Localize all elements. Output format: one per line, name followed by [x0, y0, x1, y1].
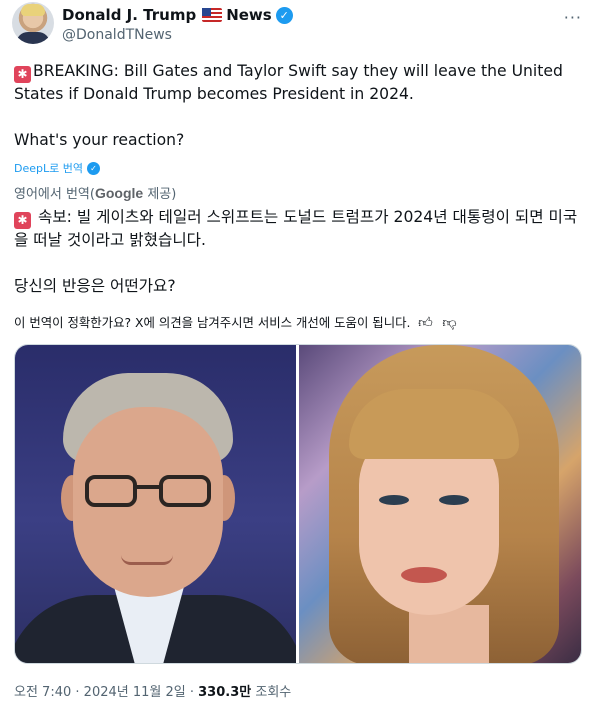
reaction-text: What's your reaction?	[14, 131, 185, 149]
more-options-icon[interactable]: ···	[564, 8, 582, 27]
google-prefix: 영어에서 번역(	[14, 187, 95, 202]
deepl-label[interactable]: DeepL로 번역	[14, 160, 83, 176]
ko-reaction-text: 당신의 반응은 어떤가요?	[14, 277, 176, 295]
thumbs-up-icon[interactable]: 👍︎	[416, 314, 434, 331]
google-brand: Google	[94, 185, 144, 201]
author-handle[interactable]: @DonaldTNews	[62, 27, 172, 43]
us-flag-icon	[202, 8, 223, 22]
mouth-shape	[121, 555, 173, 565]
author-name-suffix[interactable]: News	[226, 6, 272, 24]
glasses-shape	[85, 475, 211, 509]
avatar-suit	[16, 32, 50, 44]
author-avatar[interactable]	[12, 2, 54, 44]
feedback-text: 이 번역이 정확한가요? X에 의견을 남겨주시면 서비스 개선에 도움이 됩니…	[14, 315, 411, 330]
avatar-hair	[21, 4, 45, 16]
google-translation-label: 영어에서 번역(Google 제공)	[14, 183, 176, 202]
breaking-paragraph: ✱ BREAKING: Bill Gates and Taylor Swift s…	[14, 60, 580, 106]
thumbs-down-icon[interactable]: 👎︎	[440, 314, 458, 331]
post-time[interactable]: 오전 7:40	[14, 685, 71, 700]
ko-breaking-text: 속보: 빌 게이츠와 테일러 스위프트는 도널드 트럼프가 2024년 대통령이…	[14, 208, 578, 249]
translated-text: ✱ 속보: 빌 게이츠와 테일러 스위프트는 도널드 트럼프가 2024년 대통…	[14, 206, 580, 298]
taylor-swift-photo[interactable]	[299, 345, 581, 663]
verified-badge-icon[interactable]: ✓	[275, 6, 293, 24]
post-meta: 오전 7:40 · 2024년 11월 2일 · 330.3만 조회수	[14, 681, 291, 700]
post-media[interactable]	[14, 344, 582, 664]
ko-breaking-paragraph: ✱ 속보: 빌 게이츠와 테일러 스위프트는 도널드 트럼프가 2024년 대통…	[14, 206, 580, 252]
post-header: Donald J. Trump News ✓ @DonaldTNews ···	[12, 2, 582, 46]
siren-emoji-icon: ✱	[14, 212, 31, 229]
meta-separator: ·	[189, 685, 194, 700]
meta-separator: ·	[75, 685, 80, 700]
author-name[interactable]: Donald J. Trump	[62, 6, 196, 24]
translation-feedback: 이 번역이 정확한가요? X에 의견을 남겨주시면 서비스 개선에 도움이 됩니…	[14, 313, 458, 331]
siren-emoji-icon: ✱	[14, 66, 31, 83]
post-text: ✱ BREAKING: Bill Gates and Taylor Swift s…	[14, 60, 580, 152]
post-date[interactable]: 2024년 11월 2일	[84, 685, 186, 700]
bill-gates-photo[interactable]	[15, 345, 296, 663]
views-label: 조회수	[255, 685, 292, 700]
deepl-translate-link[interactable]: DeepL로 번역 ✓	[14, 160, 100, 176]
author-name-row[interactable]: Donald J. Trump News ✓	[62, 6, 293, 24]
eye-shape	[379, 495, 409, 505]
eye-shape	[439, 495, 469, 505]
deepl-badge-icon: ✓	[86, 161, 100, 175]
lips-shape	[401, 567, 447, 583]
views-count: 330.3만	[198, 685, 252, 700]
bangs-shape	[349, 389, 519, 459]
breaking-text: BREAKING: Bill Gates and Taylor Swift sa…	[14, 62, 563, 103]
google-suffix: 제공)	[143, 187, 177, 202]
